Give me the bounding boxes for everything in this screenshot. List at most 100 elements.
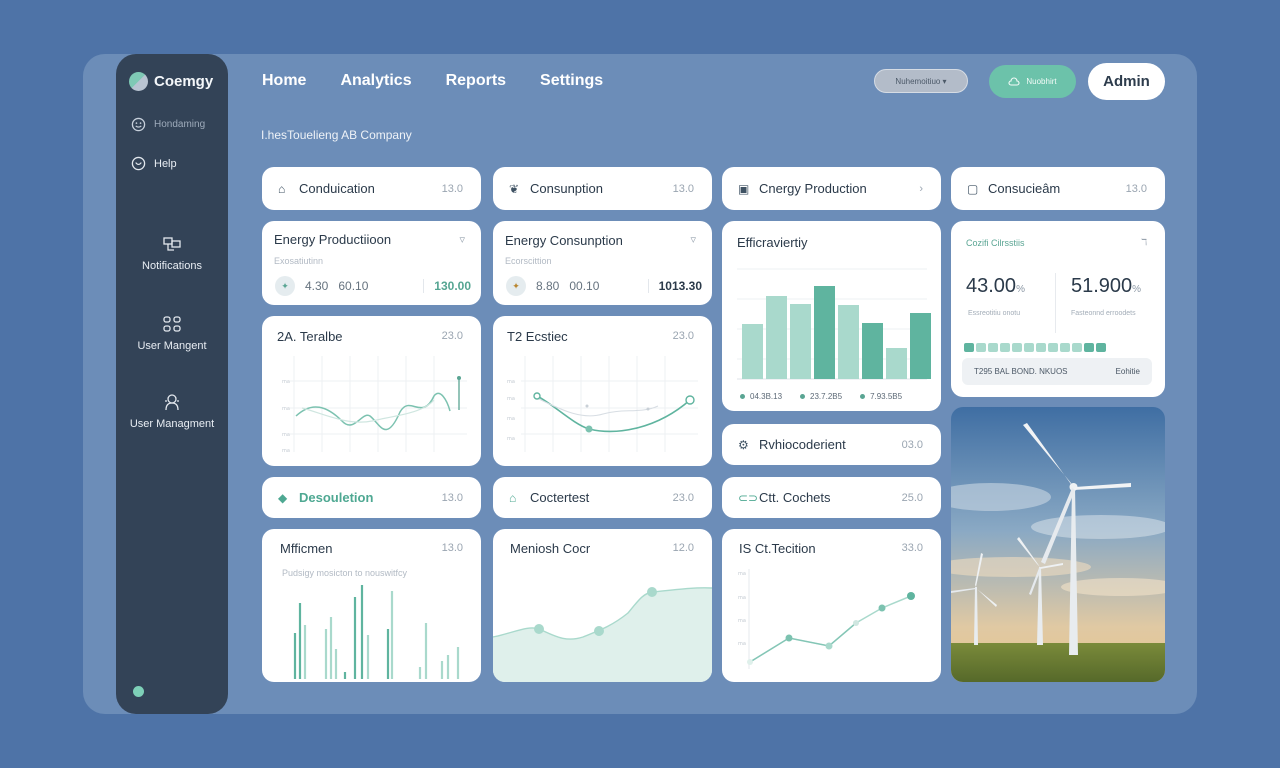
card-conduication[interactable]: ⌂ Conduication 13.0 bbox=[262, 167, 481, 210]
card-subtitle: Exosatiutinn bbox=[274, 256, 324, 266]
svg-text:ma: ma bbox=[282, 406, 290, 412]
legend-item: 7.93.5B5 bbox=[860, 392, 902, 401]
brand-logo-icon bbox=[129, 72, 148, 91]
svg-text:ma: ma bbox=[738, 618, 746, 624]
legend-item: 04.3B.13 bbox=[740, 392, 782, 401]
sidebar-item-label: User Managment bbox=[129, 418, 215, 430]
footer-left: T295 BAL BOND. NKUOS bbox=[974, 367, 1068, 376]
corner-icon[interactable]: ℸ bbox=[1141, 237, 1147, 248]
header-green-label: Nuobhirt bbox=[1026, 77, 1057, 86]
stat-caption-2: Fasteonnd erroodets bbox=[1071, 310, 1136, 317]
card-coctertest[interactable]: ⌂ Coctertest 23.0 bbox=[493, 477, 712, 518]
svg-text:ma: ma bbox=[738, 641, 746, 647]
bar bbox=[838, 305, 859, 379]
svg-text:ma: ma bbox=[507, 436, 515, 442]
divider bbox=[1055, 273, 1056, 333]
ctection-chart-card: IS Ct.Tecition 33.0 ma ma ma ma bbox=[722, 529, 941, 682]
header-dropdown[interactable]: Nuhemoitiuo ▾ bbox=[874, 69, 968, 93]
nav-reports[interactable]: Reports bbox=[446, 72, 506, 90]
card-label: Ctt. Cochets bbox=[759, 490, 831, 505]
cloud-icon bbox=[1008, 77, 1020, 86]
card-consunption[interactable]: ❦ Consunption 13.0 bbox=[493, 167, 712, 210]
sidebar-item-label: User Mangent bbox=[137, 340, 207, 352]
ctection-line-chart: ma ma ma ma bbox=[738, 569, 915, 669]
svg-text:ma: ma bbox=[738, 595, 746, 601]
filter-icon[interactable]: ▿ bbox=[690, 233, 696, 246]
user-icon bbox=[165, 394, 179, 411]
svg-text:ma: ma bbox=[507, 396, 515, 402]
card-consucieam[interactable]: ▢ Consucieâm 13.0 bbox=[951, 167, 1165, 210]
sidebar-item-hondaming[interactable]: Hondaming bbox=[131, 117, 205, 132]
card-subtitle: Ecorscittion bbox=[505, 256, 552, 266]
card-value: 03.0 bbox=[901, 438, 923, 451]
droplet-icon: ◆ bbox=[278, 490, 288, 505]
sidebar-item-help[interactable]: Help bbox=[131, 156, 177, 171]
card-value: 13.0 bbox=[441, 491, 463, 504]
stat-strong: 1013.30 bbox=[647, 279, 702, 293]
sidebar: Coemgy Hondaming Help Notifications User… bbox=[116, 54, 228, 714]
stat-badge-icon: ✦ bbox=[275, 276, 295, 296]
card-label: Cnergy Production bbox=[759, 181, 867, 196]
stat-row: ✦ 8.80 00.10 1013.30 bbox=[506, 276, 702, 296]
card-value: 13.0 bbox=[672, 182, 694, 195]
segment-progress-bar bbox=[964, 343, 1106, 352]
lock-icon: ▣ bbox=[738, 181, 750, 196]
stat-number-2: 51.900% bbox=[1071, 275, 1142, 297]
bar bbox=[814, 286, 835, 379]
card-rvhiocoderient[interactable]: ⚙ Rvhiocoderient 03.0 bbox=[722, 424, 941, 465]
meniosh-area-chart bbox=[493, 587, 712, 682]
wind-turbine-photo bbox=[951, 407, 1165, 682]
stat-a: 4.30 bbox=[305, 279, 329, 293]
bolt-icon: ▢ bbox=[967, 181, 979, 196]
svg-text:ma: ma bbox=[507, 416, 515, 422]
card-label: Rvhiocoderient bbox=[759, 437, 846, 452]
stats-card: Cozifi Cilrsstiis ℸ 43.00% Essreotitiu o… bbox=[951, 221, 1165, 397]
legend-item: 23.7.2B5 bbox=[800, 392, 842, 401]
card-title: Energy Consunption bbox=[505, 233, 623, 248]
notifications-icon bbox=[163, 237, 181, 251]
sidebar-item-label: Help bbox=[154, 157, 177, 170]
efficiency-bar-chart bbox=[737, 268, 931, 380]
svg-text:ma: ma bbox=[507, 379, 515, 385]
card-ctt-cochets[interactable]: ⊂⊃ Ctt. Cochets 25.0 bbox=[722, 477, 941, 518]
sidebar-item-label: Notifications bbox=[142, 260, 202, 272]
stat-b: 60.10 bbox=[338, 279, 369, 293]
svg-text:ma: ma bbox=[282, 448, 290, 454]
nav-home[interactable]: Home bbox=[262, 72, 306, 90]
stat-b: 00.10 bbox=[569, 279, 600, 293]
home-icon: ⌂ bbox=[509, 490, 517, 505]
filter-icon[interactable]: ▿ bbox=[459, 233, 465, 246]
stat-caption-1: Essreotitiu onotu bbox=[968, 310, 1021, 317]
admin-button[interactable]: Admin bbox=[1088, 63, 1165, 100]
ecstiec-line-chart: ma ma ma ma bbox=[507, 356, 698, 452]
card-desouletion[interactable]: ◆ Desouletion 13.0 bbox=[262, 477, 481, 518]
sidebar-item-notifications[interactable]: Notifications bbox=[116, 236, 228, 272]
efficiency-chart-card: Efficraviertiy 04.3B.13 23.7.2B5 7.93.5B… bbox=[722, 221, 941, 411]
help-icon bbox=[131, 156, 146, 171]
teralbe-chart-card: 2A. Teralbe 23.0 ma ma ma ma bbox=[262, 316, 481, 466]
brand-name: Coemgy bbox=[154, 73, 214, 90]
card-value: 23.0 bbox=[672, 491, 694, 504]
mfficmen-spike-chart bbox=[293, 585, 460, 679]
sidebar-item-label: Hondaming bbox=[154, 119, 206, 130]
bar bbox=[766, 296, 787, 379]
sidebar-item-user-mangent[interactable]: User Mangent bbox=[116, 314, 228, 352]
top-nav: Home Analytics Reports Settings bbox=[262, 72, 603, 90]
chart-legend: 04.3B.13 23.7.2B5 7.93.5B5 bbox=[740, 392, 902, 401]
status-dot bbox=[133, 686, 144, 697]
energy-consumption-card: Energy Consunption ▿ Ecorscittion ✦ 8.80… bbox=[493, 221, 712, 305]
nav-analytics[interactable]: Analytics bbox=[340, 72, 411, 90]
wind-turbine-image bbox=[951, 407, 1165, 682]
stat-strong: 130.00 bbox=[423, 279, 471, 293]
card-label: Consunption bbox=[530, 181, 603, 196]
sidebar-item-user-managment[interactable]: User Managment bbox=[116, 392, 228, 430]
stats-footer[interactable]: T295 BAL BOND. NKUOS Eohitie bbox=[962, 358, 1152, 385]
mfficmen-chart-card: Mfficmen 13.0 Pudsigy mosicton to nouswi… bbox=[262, 529, 481, 682]
nav-settings[interactable]: Settings bbox=[540, 72, 603, 90]
card-label: Coctertest bbox=[530, 490, 590, 505]
meniosh-chart-card: Meniosh Cocr 12.0 bbox=[493, 529, 712, 682]
svg-text:ma: ma bbox=[738, 571, 746, 577]
card-cnergy-production[interactable]: ▣ Cnergy Production › bbox=[722, 167, 941, 210]
header-green-button[interactable]: Nuobhirt bbox=[989, 65, 1076, 98]
brand[interactable]: Coemgy bbox=[129, 72, 213, 91]
